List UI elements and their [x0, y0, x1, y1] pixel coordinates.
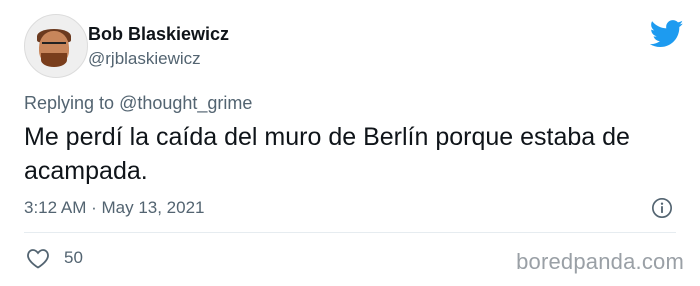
watermark: boredpanda.com — [516, 249, 684, 274]
like-count: 50 — [64, 248, 83, 267]
author-name[interactable]: Bob Blaskiewicz — [88, 24, 229, 45]
replying-to-label: Replying to — [24, 93, 115, 113]
twitter-bird-icon[interactable] — [650, 20, 684, 48]
tweet-text: Me perdí la caída del muro de Berlín por… — [24, 123, 630, 185]
tweet-timestamp[interactable]: 3:12 AM · May 13, 2021 — [24, 198, 205, 218]
heart-icon[interactable] — [26, 247, 50, 269]
author-handle[interactable]: @rjblaskiewicz — [88, 49, 201, 69]
tweet-card: Bob Blaskiewicz @rjblaskiewicz Replying … — [0, 0, 700, 286]
divider — [24, 232, 676, 233]
avatar[interactable] — [24, 14, 88, 78]
replying-to: Replying to @thought_grime — [24, 93, 252, 114]
reply-mention-link[interactable]: @thought_grime — [119, 93, 252, 113]
tweet-header: Bob Blaskiewicz @rjblaskiewicz — [24, 14, 684, 78]
info-icon[interactable] — [651, 197, 673, 219]
